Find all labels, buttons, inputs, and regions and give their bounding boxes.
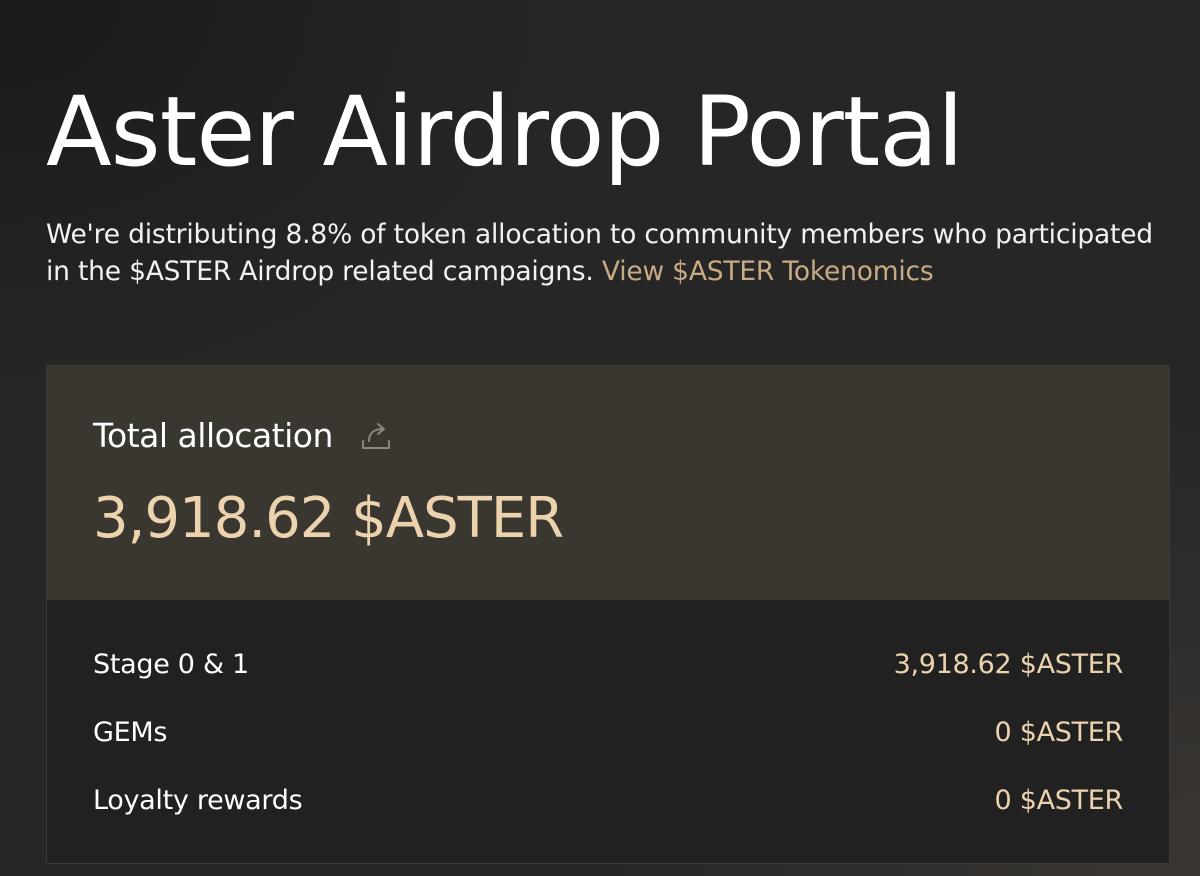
total-allocation-label: Total allocation — [93, 416, 333, 455]
page-description: We're distributing 8.8% of token allocat… — [46, 216, 1170, 290]
allocation-breakdown: Stage 0 & 1 3,918.62 $ASTER GEMs 0 $ASTE… — [93, 630, 1123, 834]
allocation-row-loyalty: Loyalty rewards 0 $ASTER — [93, 766, 1123, 834]
allocation-row-label: Stage 0 & 1 — [93, 648, 249, 680]
allocation-card: Total allocation 3,918.62 $ASTER Stage 0… — [46, 365, 1170, 864]
page-title: Aster Airdrop Portal — [46, 76, 964, 188]
allocation-row-value: 0 $ASTER — [994, 784, 1124, 816]
total-allocation-value: 3,918.62 $ASTER — [93, 486, 564, 551]
allocation-row-value: 3,918.62 $ASTER — [893, 648, 1124, 680]
allocation-row-label: Loyalty rewards — [93, 784, 303, 816]
allocation-card-header: Total allocation 3,918.62 $ASTER — [47, 366, 1169, 600]
allocation-row-stage: Stage 0 & 1 3,918.62 $ASTER — [93, 630, 1123, 698]
allocation-row-gems: GEMs 0 $ASTER — [93, 698, 1123, 766]
tokenomics-link[interactable]: View $ASTER Tokenomics — [602, 256, 934, 287]
share-icon[interactable] — [359, 419, 393, 453]
allocation-row-label: GEMs — [93, 716, 168, 748]
description-text: We're distributing 8.8% of token allocat… — [46, 219, 1153, 287]
total-allocation-label-row: Total allocation — [93, 416, 393, 455]
allocation-row-value: 0 $ASTER — [994, 716, 1124, 748]
